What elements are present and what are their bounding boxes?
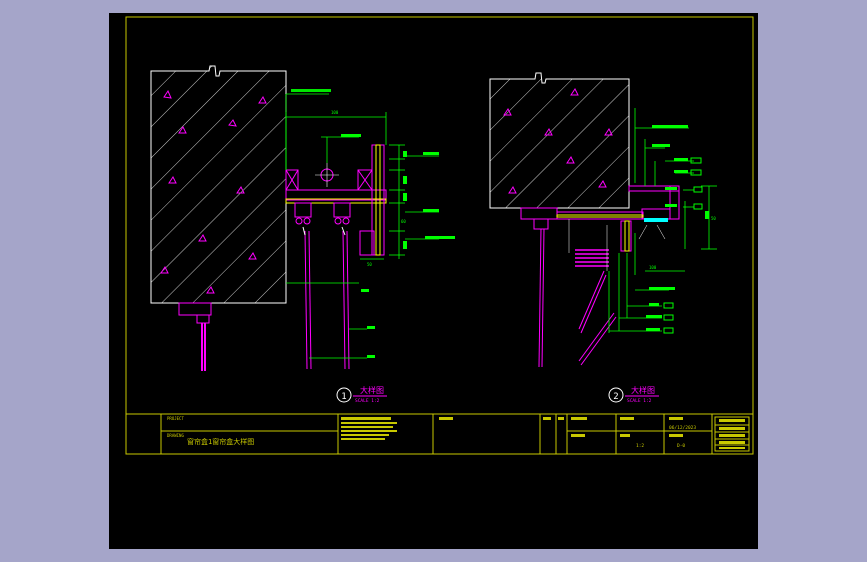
- concrete-slab-2: [489, 72, 630, 209]
- bottom-clip-1: [178, 302, 212, 316]
- drawing-sheet: 100 50 60 1 大样图 SCALE 1:2 100 50 2 大样图 S…: [109, 13, 758, 549]
- dim-width-label: 100: [331, 110, 339, 115]
- scale-value: 1:2: [636, 443, 644, 449]
- curtains-1: [304, 230, 350, 370]
- title-block-fields: PROJECT DRAWING 窗帘盒1窗帘盒大样图 1:2 D-0 06/12…: [167, 416, 745, 449]
- detail-1-title: 大样图: [360, 385, 384, 395]
- detail-1-scale: SCALE 1:2: [355, 398, 380, 404]
- detail-2: 100 50 2 大样图 SCALE 1:2: [489, 72, 717, 404]
- dim-labels-1: 100 50 60: [291, 89, 455, 358]
- blind-slats-2: [575, 249, 609, 267]
- project-label: PROJECT: [167, 416, 184, 421]
- dim-height-label-2: 50: [711, 216, 716, 221]
- detail-2-number: 2: [613, 392, 618, 402]
- detail-1: 100 50 60 1 大样图 SCALE 1:2: [150, 65, 455, 404]
- detail-2-title: 大样图: [631, 385, 655, 395]
- dim-depth-label: 50: [367, 262, 372, 267]
- drawing-label: DRAWING: [167, 433, 184, 438]
- leader-labels-2: [646, 125, 709, 331]
- dimensions-1: [285, 93, 439, 359]
- drawing-title: 窗帘盒1窗帘盒大样图: [187, 437, 254, 446]
- detail-2-scale: SCALE 1:2: [627, 398, 652, 404]
- dim-width-label-2: 100: [649, 265, 657, 270]
- dwg-no-value: D-0: [677, 443, 685, 449]
- cad-drawing: 100 50 60 1 大样图 SCALE 1:2 100 50 2 大样图 S…: [125, 16, 754, 455]
- callout-boxes-2: [663, 157, 703, 334]
- curtain-tracks-1: [294, 168, 351, 225]
- detail-1-number: 1: [341, 392, 346, 402]
- dim-height-label: 60: [401, 219, 406, 224]
- date-value: 06/12/2023: [669, 425, 696, 431]
